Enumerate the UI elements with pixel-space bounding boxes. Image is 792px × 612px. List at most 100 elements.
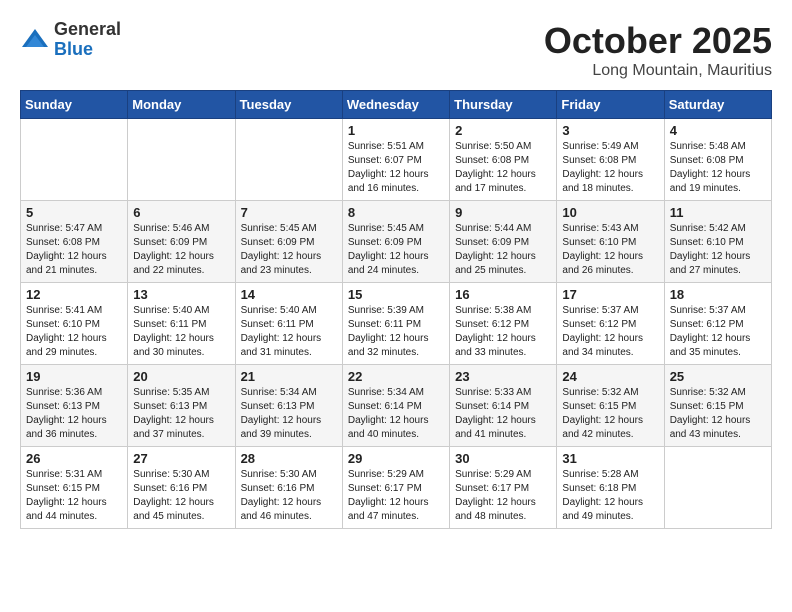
logo-icon: [20, 25, 50, 55]
calendar-cell: 11Sunrise: 5:42 AM Sunset: 6:10 PM Dayli…: [664, 201, 771, 283]
day-info: Sunrise: 5:30 AM Sunset: 6:16 PM Dayligh…: [241, 468, 337, 524]
calendar-cell: 16 Sunrise: 5:38 AM Sunset: 6:12 PM Dayli…: [450, 283, 557, 365]
calendar-week-2: 12 Sunrise: 5:41 AM Sunset: 6:10 PM Dayli…: [21, 283, 772, 365]
calendar-cell: 15 Sunrise: 5:39 AM Sunset: 6:11 PM Dayli…: [342, 283, 449, 365]
day-number: 6: [133, 205, 229, 220]
weekday-sunday: Sunday: [21, 91, 128, 119]
day-number: 8: [348, 205, 444, 220]
day-info: Sunrise: 5:47 AM Sunset: 6:08 PM Dayligh…: [26, 222, 122, 278]
day-info: Sunrise: 5:29 AM Sunset: 6:17 PM Dayligh…: [455, 468, 551, 524]
day-number: 12: [26, 287, 122, 302]
calendar-cell: 28 Sunrise: 5:30 AM Sunset: 6:16 PM Dayli…: [235, 447, 342, 529]
day-number: 18: [670, 287, 766, 302]
day-info: Sunrise: 5:30 AM Sunset: 6:16 PM Dayligh…: [133, 468, 229, 524]
calendar-cell: 12 Sunrise: 5:41 AM Sunset: 6:10 PM Dayli…: [21, 283, 128, 365]
day-info: Sunrise: 5:35 AM Sunset: 6:13 PM Dayligh…: [133, 386, 229, 442]
calendar-cell: 22 Sunrise: 5:34 AM Sunset: 6:14 PM Dayli…: [342, 365, 449, 447]
day-number: 7: [241, 205, 337, 220]
day-number: 15: [348, 287, 444, 302]
calendar-cell: 2 Sunrise: 5:50 AM Sunset: 6:08 PM Daylig…: [450, 119, 557, 201]
calendar-cell: 21Sunrise: 5:34 AM Sunset: 6:13 PM Dayli…: [235, 365, 342, 447]
calendar-cell: 4 Sunrise: 5:48 AM Sunset: 6:08 PM Daylig…: [664, 119, 771, 201]
calendar-cell: [235, 119, 342, 201]
day-number: 4: [670, 123, 766, 138]
calendar-cell: 30 Sunrise: 5:29 AM Sunset: 6:17 PM Dayli…: [450, 447, 557, 529]
day-info: Sunrise: 5:37 AM Sunset: 6:12 PM Dayligh…: [562, 304, 658, 360]
day-number: 5: [26, 205, 122, 220]
day-info: Sunrise: 5:37 AM Sunset: 6:12 PM Dayligh…: [670, 304, 766, 360]
day-number: 2: [455, 123, 551, 138]
calendar-cell: 26Sunrise: 5:31 AM Sunset: 6:15 PM Dayli…: [21, 447, 128, 529]
calendar-cell: [664, 447, 771, 529]
month-title: October 2025: [544, 20, 772, 62]
day-number: 14: [241, 287, 337, 302]
day-info: Sunrise: 5:40 AM Sunset: 6:11 PM Dayligh…: [133, 304, 229, 360]
day-number: 17: [562, 287, 658, 302]
logo-general-text: General: [54, 20, 121, 40]
day-info: Sunrise: 5:29 AM Sunset: 6:17 PM Dayligh…: [348, 468, 444, 524]
calendar-cell: 27 Sunrise: 5:30 AM Sunset: 6:16 PM Dayli…: [128, 447, 235, 529]
weekday-thursday: Thursday: [450, 91, 557, 119]
day-number: 23: [455, 369, 551, 384]
weekday-wednesday: Wednesday: [342, 91, 449, 119]
page-header: General Blue October 2025 Long Mountain,…: [20, 20, 772, 80]
day-info: Sunrise: 5:31 AM Sunset: 6:15 PM Dayligh…: [26, 468, 122, 524]
weekday-monday: Monday: [128, 91, 235, 119]
day-info: Sunrise: 5:32 AM Sunset: 6:15 PM Dayligh…: [562, 386, 658, 442]
calendar-cell: 13 Sunrise: 5:40 AM Sunset: 6:11 PM Dayli…: [128, 283, 235, 365]
location: Long Mountain, Mauritius: [544, 62, 772, 80]
day-number: 25: [670, 369, 766, 384]
day-info: Sunrise: 5:51 AM Sunset: 6:07 PM Dayligh…: [348, 140, 444, 196]
calendar-body: 1 Sunrise: 5:51 AM Sunset: 6:07 PM Daylig…: [21, 119, 772, 529]
weekday-tuesday: Tuesday: [235, 91, 342, 119]
day-number: 22: [348, 369, 444, 384]
calendar-cell: 29Sunrise: 5:29 AM Sunset: 6:17 PM Dayli…: [342, 447, 449, 529]
day-number: 3: [562, 123, 658, 138]
day-info: Sunrise: 5:41 AM Sunset: 6:10 PM Dayligh…: [26, 304, 122, 360]
calendar-cell: 24 Sunrise: 5:32 AM Sunset: 6:15 PM Dayli…: [557, 365, 664, 447]
day-number: 9: [455, 205, 551, 220]
calendar-cell: [128, 119, 235, 201]
day-info: Sunrise: 5:36 AM Sunset: 6:13 PM Dayligh…: [26, 386, 122, 442]
calendar-cell: 1 Sunrise: 5:51 AM Sunset: 6:07 PM Daylig…: [342, 119, 449, 201]
day-info: Sunrise: 5:50 AM Sunset: 6:08 PM Dayligh…: [455, 140, 551, 196]
day-info: Sunrise: 5:48 AM Sunset: 6:08 PM Dayligh…: [670, 140, 766, 196]
weekday-header-row: SundayMondayTuesdayWednesdayThursdayFrid…: [21, 91, 772, 119]
calendar-cell: 23 Sunrise: 5:33 AM Sunset: 6:14 PM Dayli…: [450, 365, 557, 447]
day-number: 11: [670, 205, 766, 220]
calendar-table: SundayMondayTuesdayWednesdayThursdayFrid…: [20, 90, 772, 529]
calendar-week-1: 5 Sunrise: 5:47 AM Sunset: 6:08 PM Daylig…: [21, 201, 772, 283]
calendar-cell: 19 Sunrise: 5:36 AM Sunset: 6:13 PM Dayli…: [21, 365, 128, 447]
day-info: Sunrise: 5:38 AM Sunset: 6:12 PM Dayligh…: [455, 304, 551, 360]
day-number: 31: [562, 451, 658, 466]
day-number: 20: [133, 369, 229, 384]
calendar-cell: 6 Sunrise: 5:46 AM Sunset: 6:09 PM Daylig…: [128, 201, 235, 283]
day-info: Sunrise: 5:39 AM Sunset: 6:11 PM Dayligh…: [348, 304, 444, 360]
day-number: 1: [348, 123, 444, 138]
calendar-cell: 20 Sunrise: 5:35 AM Sunset: 6:13 PM Dayli…: [128, 365, 235, 447]
calendar-week-4: 26Sunrise: 5:31 AM Sunset: 6:15 PM Dayli…: [21, 447, 772, 529]
day-info: Sunrise: 5:34 AM Sunset: 6:14 PM Dayligh…: [348, 386, 444, 442]
calendar-cell: 8 Sunrise: 5:45 AM Sunset: 6:09 PM Daylig…: [342, 201, 449, 283]
day-info: Sunrise: 5:43 AM Sunset: 6:10 PM Dayligh…: [562, 222, 658, 278]
day-number: 13: [133, 287, 229, 302]
calendar-cell: [21, 119, 128, 201]
day-info: Sunrise: 5:49 AM Sunset: 6:08 PM Dayligh…: [562, 140, 658, 196]
calendar-cell: 5 Sunrise: 5:47 AM Sunset: 6:08 PM Daylig…: [21, 201, 128, 283]
day-info: Sunrise: 5:33 AM Sunset: 6:14 PM Dayligh…: [455, 386, 551, 442]
day-info: Sunrise: 5:32 AM Sunset: 6:15 PM Dayligh…: [670, 386, 766, 442]
day-number: 19: [26, 369, 122, 384]
day-number: 16: [455, 287, 551, 302]
day-info: Sunrise: 5:44 AM Sunset: 6:09 PM Dayligh…: [455, 222, 551, 278]
day-info: Sunrise: 5:40 AM Sunset: 6:11 PM Dayligh…: [241, 304, 337, 360]
day-number: 28: [241, 451, 337, 466]
calendar-cell: 3 Sunrise: 5:49 AM Sunset: 6:08 PM Daylig…: [557, 119, 664, 201]
logo: General Blue: [20, 20, 121, 60]
calendar-cell: 9 Sunrise: 5:44 AM Sunset: 6:09 PM Daylig…: [450, 201, 557, 283]
day-number: 27: [133, 451, 229, 466]
day-number: 24: [562, 369, 658, 384]
day-number: 30: [455, 451, 551, 466]
day-info: Sunrise: 5:45 AM Sunset: 6:09 PM Dayligh…: [348, 222, 444, 278]
calendar-cell: 31Sunrise: 5:28 AM Sunset: 6:18 PM Dayli…: [557, 447, 664, 529]
day-info: Sunrise: 5:46 AM Sunset: 6:09 PM Dayligh…: [133, 222, 229, 278]
